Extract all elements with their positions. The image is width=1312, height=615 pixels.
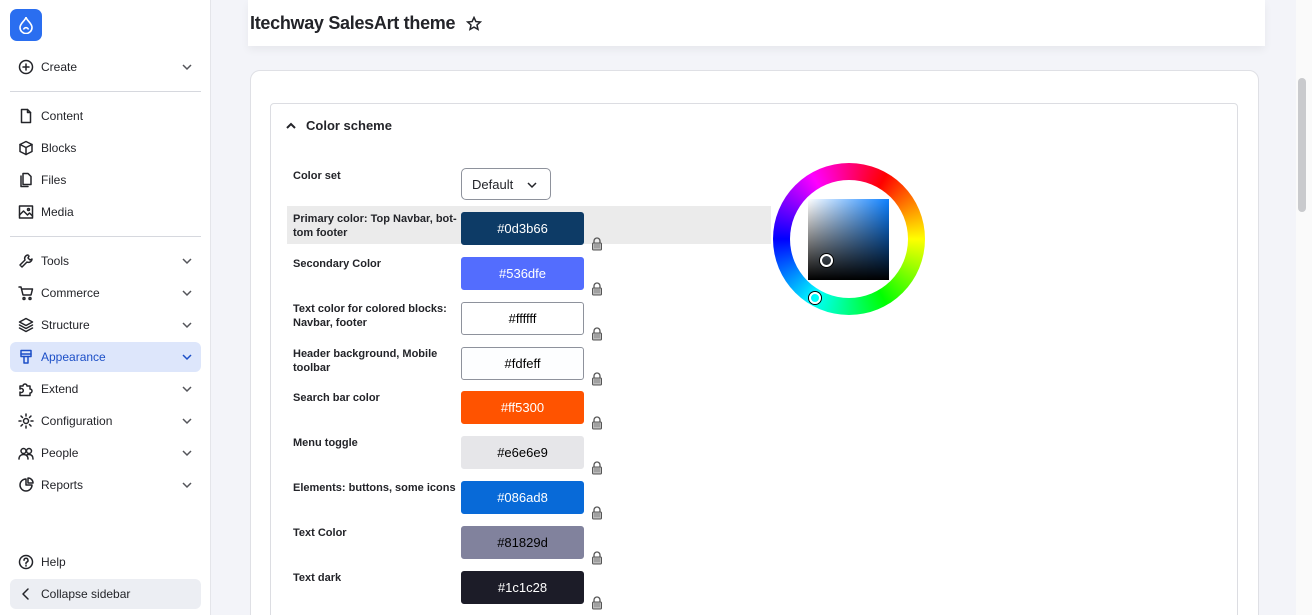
color-field-label: Primary color: Top Navbar, bot-tom foote… <box>293 213 457 239</box>
chevron-down-icon <box>181 287 193 299</box>
color-input[interactable]: #1c1c28 <box>461 571 584 604</box>
sidebar-item-label: Appearance <box>41 350 106 364</box>
lock-icon[interactable] <box>591 461 603 475</box>
color-field-label: Text dark <box>293 572 342 584</box>
sidebar-item-label: Structure <box>41 318 90 332</box>
chevron-up-icon <box>286 122 296 129</box>
color-field-label: Menu toggle <box>293 437 358 449</box>
sidebar-item-label: Configuration <box>41 414 113 428</box>
sidebar-item-label: Create <box>41 60 78 74</box>
sidebar-item-help[interactable]: Help <box>10 547 201 577</box>
color-picker[interactable] <box>773 163 925 315</box>
sidebar-item-media[interactable]: Media <box>10 197 201 227</box>
color-input[interactable]: #fdfeff <box>461 347 584 380</box>
sidebar-item-label: People <box>41 446 79 460</box>
color-field-label: Secondary Color <box>293 258 382 270</box>
sidebar-item-label: Reports <box>41 478 84 492</box>
lock-icon[interactable] <box>591 327 603 341</box>
hue-marker[interactable] <box>809 292 821 304</box>
collapse-sidebar-label: Collapse sidebar <box>41 587 131 601</box>
color-input[interactable]: #0d3b66 <box>461 212 584 245</box>
color-input[interactable]: #81829d <box>461 526 584 559</box>
color-input[interactable]: #ff5300 <box>461 391 584 424</box>
chevron-down-icon <box>181 479 193 491</box>
collapse-sidebar-button[interactable]: Collapse sidebar <box>10 579 201 609</box>
sidebar-item-label: Tools <box>41 254 70 268</box>
lock-icon[interactable] <box>591 282 603 296</box>
color-set-value: Default <box>472 176 514 192</box>
files-icon <box>18 172 34 188</box>
color-input[interactable]: #e6e6e9 <box>461 436 584 469</box>
sidebar-item-label: Extend <box>41 382 79 396</box>
color-set-select[interactable]: Default <box>461 168 551 200</box>
pie-chart-icon <box>18 477 34 493</box>
color-field-label: Text color for colored blocks: Navbar, f… <box>293 303 447 329</box>
color-input[interactable]: #ffffff <box>461 302 584 335</box>
sidebar-item-blocks[interactable]: Blocks <box>10 133 201 163</box>
sidebar-divider <box>10 236 201 237</box>
sidebar-item-create[interactable]: Create <box>10 52 201 82</box>
color-field-label: Header background, Mobile toolbar <box>293 348 438 374</box>
color-scheme-title: Color scheme <box>306 118 392 133</box>
star-icon[interactable] <box>465 15 483 32</box>
cube-icon <box>18 140 34 156</box>
sidebar-item-label: Content <box>41 109 84 123</box>
wrench-icon <box>18 253 34 269</box>
plus-circle-icon <box>18 59 34 75</box>
chevron-down-icon <box>181 351 193 363</box>
sidebar-item-label: Files <box>41 173 67 187</box>
sidebar-item-extend[interactable]: Extend <box>10 374 201 404</box>
chevron-down-icon <box>181 447 193 459</box>
lock-icon[interactable] <box>591 596 603 610</box>
sidebar-item-configuration[interactable]: Configuration <box>10 406 201 436</box>
color-scheme-toggle[interactable]: Color scheme <box>285 118 392 133</box>
help-circle-icon <box>18 554 34 570</box>
sidebar-item-appearance[interactable]: Appearance <box>10 342 201 372</box>
lock-icon[interactable] <box>591 416 603 430</box>
lock-icon[interactable] <box>591 237 603 251</box>
people-icon <box>18 445 34 461</box>
sidebar-item-reports[interactable]: Reports <box>10 470 201 500</box>
saturation-value-square[interactable] <box>808 199 889 280</box>
sidebar-divider <box>10 91 201 92</box>
chevron-left-icon <box>18 586 34 602</box>
sidebar-item-structure[interactable]: Structure <box>10 310 201 340</box>
paint-brush-icon <box>18 349 34 365</box>
cart-icon <box>18 285 34 301</box>
color-set-label: Color set <box>293 170 341 182</box>
color-input[interactable]: #536dfe <box>461 257 584 290</box>
chevron-down-icon <box>181 383 193 395</box>
sidebar-item-commerce[interactable]: Commerce <box>10 278 201 308</box>
image-icon <box>18 204 34 220</box>
sidebar-item-label: Blocks <box>41 141 77 155</box>
chevron-down-icon <box>181 319 193 331</box>
color-input[interactable]: #086ad8 <box>461 481 584 514</box>
color-field-label: Elements: buttons, some icons <box>293 482 456 494</box>
sidebar-item-files[interactable]: Files <box>10 165 201 195</box>
lock-icon[interactable] <box>591 372 603 386</box>
chevron-down-icon <box>527 182 537 189</box>
lock-icon[interactable] <box>591 506 603 520</box>
sv-marker[interactable] <box>820 254 833 267</box>
puzzle-icon <box>18 381 34 397</box>
drupal-logo-icon[interactable] <box>10 9 42 41</box>
layers-icon <box>18 317 34 333</box>
page-title: Itechway SalesArt theme <box>250 13 456 33</box>
chevron-down-icon <box>181 415 193 427</box>
color-field-label: Search bar color <box>293 392 380 404</box>
sidebar-item-label: Help <box>41 555 66 569</box>
sidebar-item-label: Media <box>41 205 74 219</box>
sidebar-item-tools[interactable]: Tools <box>10 246 201 276</box>
color-field-label: Text Color <box>293 527 347 539</box>
sidebar-item-people[interactable]: People <box>10 438 201 468</box>
sidebar-item-label: Commerce <box>41 286 100 300</box>
gear-icon <box>18 413 34 429</box>
file-icon <box>18 108 34 124</box>
sidebar: Create Content Blocks Files Media Tools … <box>0 0 211 615</box>
chevron-down-icon <box>181 255 193 267</box>
scrollbar-thumb[interactable] <box>1298 78 1306 212</box>
lock-icon[interactable] <box>591 551 603 565</box>
chevron-down-icon <box>181 61 193 73</box>
sidebar-item-content[interactable]: Content <box>10 101 201 131</box>
